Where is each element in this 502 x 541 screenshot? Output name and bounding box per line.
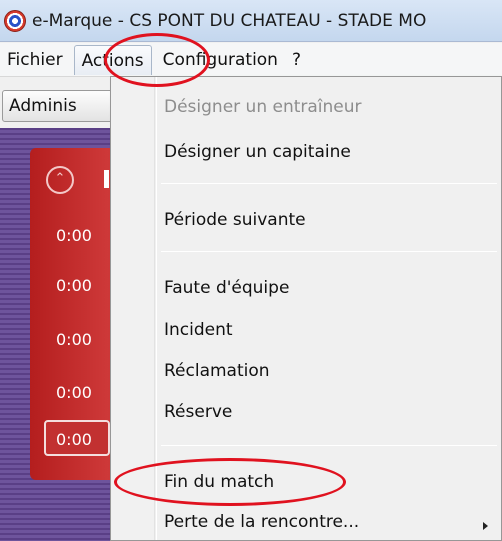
submenu-arrow-icon <box>483 522 488 530</box>
menu-item-designer-capitaine[interactable]: Désigner un capitaine <box>164 142 351 162</box>
player-time: 0:00 <box>56 383 92 402</box>
window-title-bar: e-Marque - CS PONT DU CHATEAU - STADE MO <box>0 0 502 42</box>
team-panel-lower <box>0 482 112 541</box>
gutter-divider <box>156 77 157 540</box>
player-time: 0:00 <box>56 226 92 245</box>
menu-icon-gutter <box>111 77 155 540</box>
menu-actions[interactable]: Actions <box>73 44 152 75</box>
menu-item-faute-equipe[interactable]: Faute d'équipe <box>164 278 289 298</box>
menu-fichier[interactable]: Fichier <box>0 45 70 75</box>
menu-help[interactable]: ? <box>285 45 308 75</box>
menu-item-perte-rencontre[interactable]: Perte de la rencontre... <box>164 512 359 532</box>
actions-dropdown-menu: Désigner un entraîneur Désigner un capit… <box>110 76 502 541</box>
menu-item-reclamation[interactable]: Réclamation <box>164 361 270 381</box>
menu-separator <box>161 183 497 184</box>
menu-item-designer-entraineur: Désigner un entraîneur <box>164 97 362 117</box>
player-time-selected[interactable]: 0:00 <box>44 420 110 456</box>
emarque-logo-icon <box>4 9 26 32</box>
menu-separator <box>161 251 497 252</box>
player-time: 0:00 <box>56 276 92 295</box>
card-marker <box>104 170 109 188</box>
window-title: e-Marque - CS PONT DU CHATEAU - STADE MO <box>32 10 427 31</box>
menu-bar: Fichier Actions Configuration ? <box>0 43 502 77</box>
player-time: 0:00 <box>56 330 92 349</box>
menu-item-fin-du-match[interactable]: Fin du match <box>164 472 274 492</box>
menu-item-incident[interactable]: Incident <box>164 320 233 340</box>
menu-configuration[interactable]: Configuration <box>156 45 285 75</box>
menu-separator <box>161 445 497 446</box>
chevron-up-icon[interactable]: ⌃ <box>46 166 74 194</box>
menu-item-periode-suivante[interactable]: Période suivante <box>164 210 306 230</box>
menu-item-reserve[interactable]: Réserve <box>164 402 232 422</box>
